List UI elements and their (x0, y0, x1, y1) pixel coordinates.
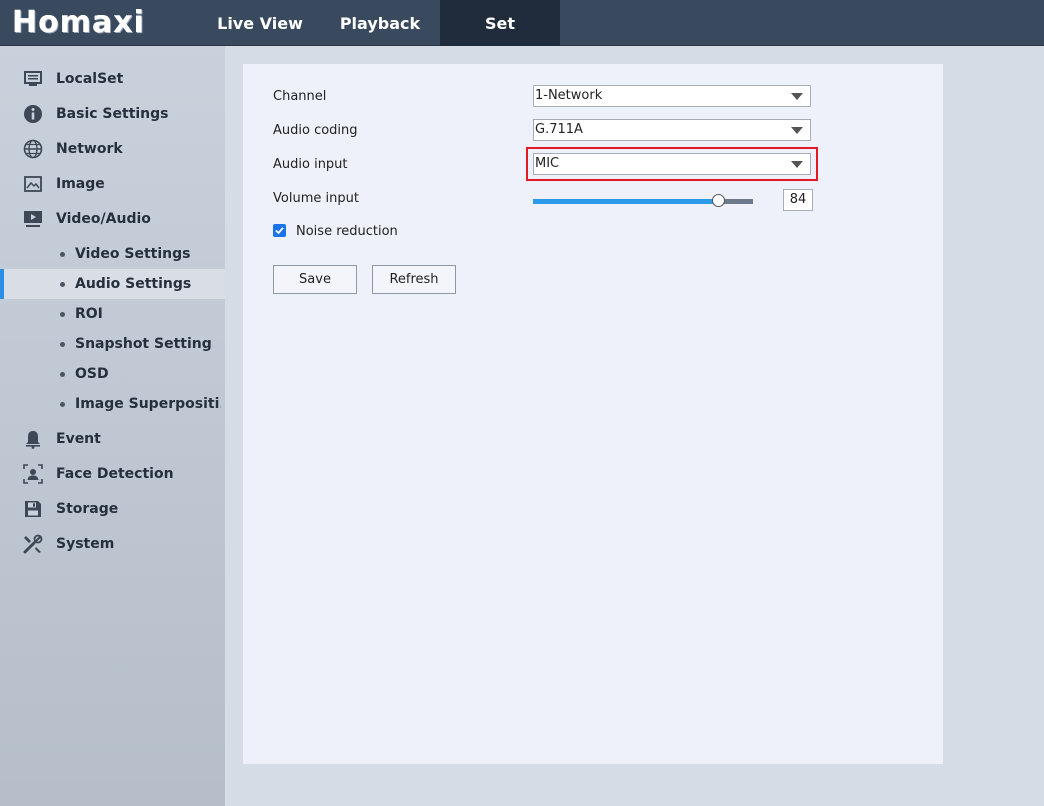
sidebar-item-label: Basic Settings (56, 106, 169, 122)
sidebar-item-label: Event (56, 431, 101, 447)
sidebar-subitem-label: Audio Settings (75, 276, 192, 292)
sidebar-item-label: System (56, 536, 115, 552)
sidebar-subitem-osd[interactable]: OSD (0, 359, 225, 389)
checkmark-icon (275, 227, 284, 235)
chevron-down-icon (791, 93, 803, 100)
sidebar-subitem-label: Video Settings (75, 246, 191, 262)
sidebar-item-label: Image (56, 176, 105, 192)
sidebar-subitem-label: Image Superpositi... (75, 396, 221, 412)
bell-icon (22, 428, 44, 450)
noise-reduction-checkbox[interactable] (273, 224, 286, 237)
settings-sidebar: LocalSet Basic Settings Network Image Vi… (0, 46, 225, 806)
channel-select[interactable]: 1-Network (533, 85, 811, 107)
audio-input-label: Audio input (273, 157, 348, 172)
brand-logo: Homaxi (12, 5, 145, 40)
bullet-icon (60, 371, 65, 377)
sidebar-item-label: Network (56, 141, 123, 157)
info-icon (22, 103, 44, 125)
video-icon (22, 208, 44, 230)
globe-icon (22, 138, 44, 160)
sidebar-item-label: Face Detection (56, 466, 174, 482)
volume-slider-handle[interactable] (712, 194, 725, 207)
sidebar-subitem-label: OSD (75, 366, 109, 382)
sidebar-item-video-audio[interactable]: Video/Audio (0, 204, 225, 234)
bullet-icon (60, 281, 65, 287)
tab-playback[interactable]: Playback (320, 0, 440, 46)
bullet-icon (60, 311, 65, 317)
bullet-icon (60, 401, 65, 407)
volume-input-label: Volume input (273, 191, 359, 206)
sidebar-item-label: LocalSet (56, 71, 124, 87)
sidebar-subitem-video-settings[interactable]: Video Settings (0, 239, 225, 269)
sidebar-item-event[interactable]: Event (0, 424, 225, 454)
sidebar-item-storage[interactable]: Storage (0, 494, 225, 524)
floppy-disk-icon (22, 498, 44, 520)
channel-select-value: 1-Network (535, 88, 603, 103)
noise-reduction-label: Noise reduction (296, 224, 398, 239)
sidebar-subitem-label: ROI (75, 306, 103, 322)
sidebar-item-network[interactable]: Network (0, 134, 225, 164)
sidebar-subitem-snapshot-setting[interactable]: Snapshot Setting (0, 329, 225, 359)
bullet-icon (60, 251, 65, 257)
chevron-down-icon (791, 127, 803, 134)
audio-input-select[interactable]: MIC (533, 153, 811, 175)
audio-coding-select[interactable]: G.711A (533, 119, 811, 141)
audio-coding-select-value: G.711A (535, 122, 583, 137)
chevron-down-icon (791, 161, 803, 168)
sidebar-item-face-detection[interactable]: Face Detection (0, 459, 225, 489)
audio-settings-panel: Channel 1-Network Audio coding G.711A Au… (243, 64, 943, 764)
sidebar-item-system[interactable]: System (0, 529, 225, 559)
sidebar-item-basic-settings[interactable]: Basic Settings (0, 99, 225, 129)
sidebar-subitem-image-superposition[interactable]: Image Superpositi... (0, 389, 225, 419)
sidebar-subitem-roi[interactable]: ROI (0, 299, 225, 329)
channel-label: Channel (273, 89, 327, 104)
monitor-icon (22, 68, 44, 90)
sidebar-subitem-audio-settings[interactable]: Audio Settings (0, 269, 225, 299)
face-detection-icon (22, 463, 44, 485)
sidebar-item-label: Storage (56, 501, 119, 517)
audio-coding-label: Audio coding (273, 123, 358, 138)
volume-slider[interactable] (533, 194, 753, 207)
tab-live-view[interactable]: Live View (200, 0, 320, 46)
bullet-icon (60, 341, 65, 347)
image-icon (22, 173, 44, 195)
audio-input-select-value: MIC (535, 156, 560, 171)
sidebar-subitem-label: Snapshot Setting (75, 336, 212, 352)
sidebar-item-image[interactable]: Image (0, 169, 225, 199)
refresh-button[interactable]: Refresh (372, 265, 456, 294)
volume-slider-fill (533, 199, 718, 204)
sidebar-item-localset[interactable]: LocalSet (0, 64, 225, 94)
tools-icon (22, 533, 44, 555)
top-navigation-bar: Homaxi Live View Playback Set (0, 0, 1044, 46)
tab-set[interactable]: Set (440, 0, 560, 46)
sidebar-item-label: Video/Audio (56, 211, 151, 227)
save-button[interactable]: Save (273, 265, 357, 294)
volume-value-field[interactable]: 84 (783, 189, 813, 211)
